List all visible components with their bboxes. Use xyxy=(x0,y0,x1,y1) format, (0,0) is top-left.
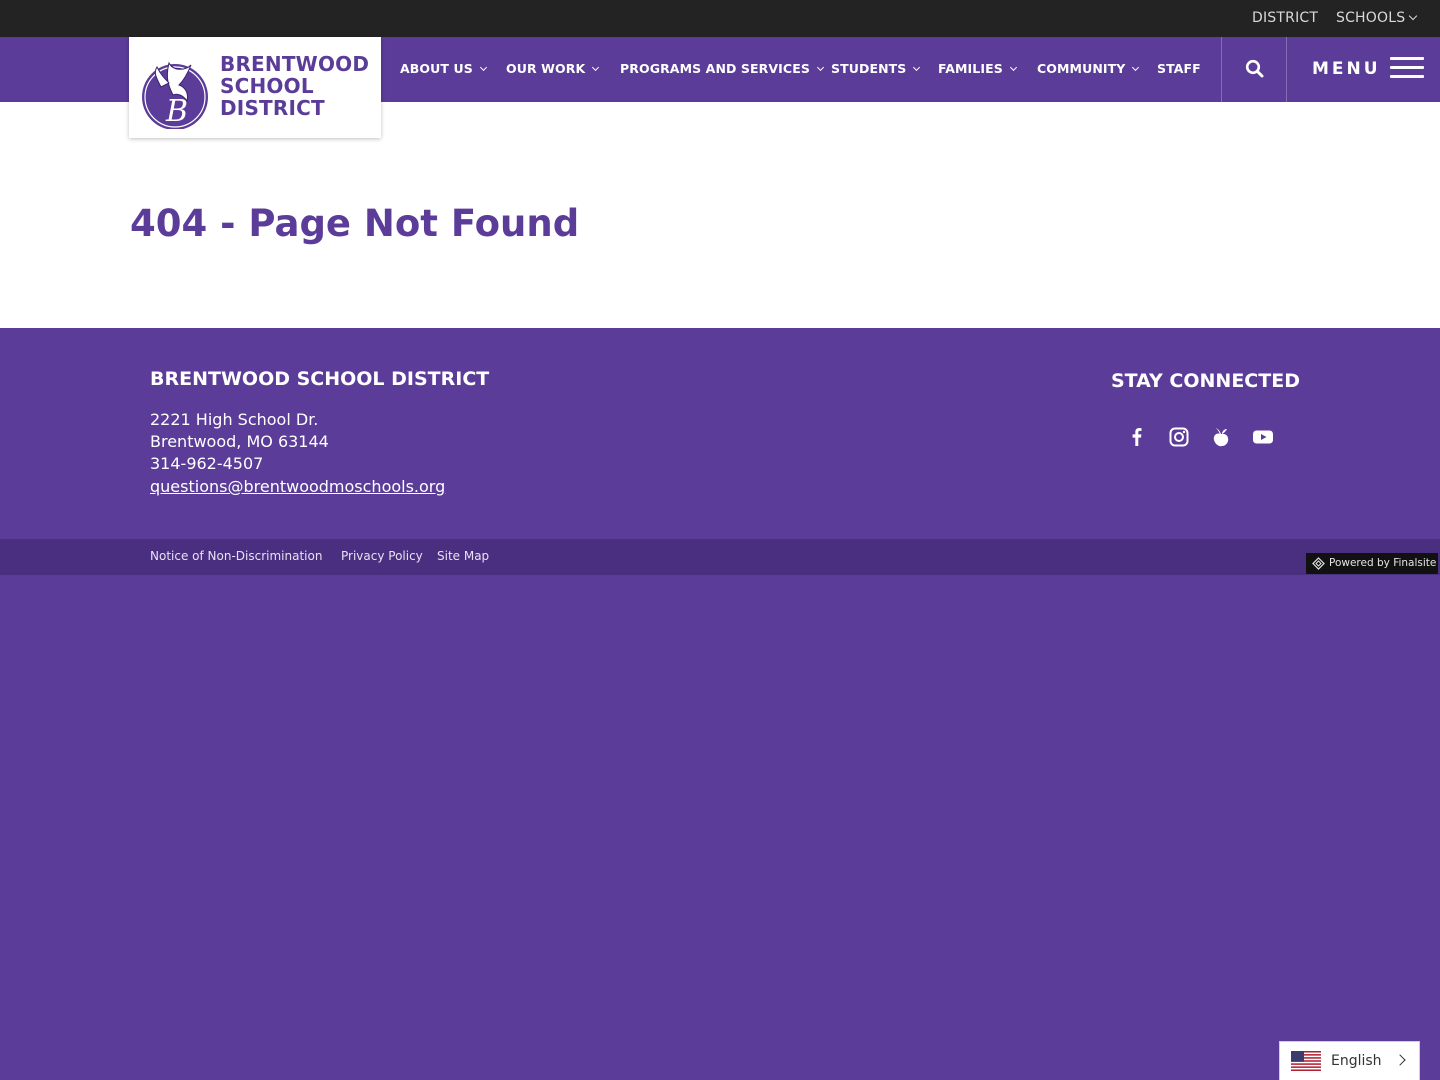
privacy-policy-link[interactable]: Privacy Policy xyxy=(341,549,423,564)
logo-line-2: SCHOOL xyxy=(220,74,314,98)
utility-bar: DISTRICT SCHOOLS xyxy=(0,0,1440,37)
schools-dropdown[interactable]: SCHOOLS xyxy=(1336,9,1418,27)
footer-bottom-bar: Notice of Non-Discrimination Privacy Pol… xyxy=(0,539,1440,575)
chevron-down-icon xyxy=(592,63,600,72)
hamburger-icon xyxy=(1390,57,1424,79)
logo-line-1: BRENTWOOD xyxy=(220,52,370,76)
email-link[interactable]: questions@brentwoodmoschools.org xyxy=(150,477,445,497)
district-link[interactable]: DISTRICT xyxy=(1252,9,1318,27)
chevron-right-icon xyxy=(1394,1054,1406,1066)
language-selector[interactable]: English xyxy=(1279,1041,1420,1080)
language-label: English xyxy=(1331,1053,1382,1069)
nav-community[interactable]: COMMUNITY xyxy=(1037,61,1140,77)
menu-button[interactable]: MENU xyxy=(1287,37,1440,102)
schools-label: SCHOOLS xyxy=(1336,10,1406,26)
powered-by-text: Powered by Finalsite xyxy=(1329,557,1437,569)
nav-label: OUR WORK xyxy=(506,61,586,76)
chevron-down-icon xyxy=(1409,11,1418,21)
district-logo[interactable]: B BRENTWOOD SCHOOL DISTRICT xyxy=(129,37,381,138)
youtube-icon[interactable] xyxy=(1252,426,1274,448)
logo-line-3: DISTRICT xyxy=(220,96,325,120)
address-city: Brentwood, MO 63144 xyxy=(150,432,329,451)
footer-title: BRENTWOOD SCHOOL DISTRICT xyxy=(150,368,490,390)
chevron-down-icon xyxy=(1132,63,1140,72)
chevron-down-icon xyxy=(816,63,824,72)
nav-programs-and-services[interactable]: PROGRAMS AND SERVICES xyxy=(620,61,824,77)
facebook-icon[interactable] xyxy=(1126,426,1148,448)
powered-by-finalsite[interactable]: Powered by Finalsite xyxy=(1306,553,1438,574)
nav-label: STAFF xyxy=(1157,61,1201,76)
svg-text:B: B xyxy=(165,94,188,129)
nav-families[interactable]: FAMILIES xyxy=(938,61,1017,77)
nav-label: FAMILIES xyxy=(938,61,1003,76)
address-street: 2221 High School Dr. xyxy=(150,410,319,429)
chevron-down-icon xyxy=(1009,63,1017,72)
chevron-down-icon xyxy=(479,63,487,72)
chevron-down-icon xyxy=(913,63,921,72)
nav-students[interactable]: STUDENTS xyxy=(831,61,921,77)
menu-label: MENU xyxy=(1312,59,1381,79)
peachjar-icon[interactable] xyxy=(1210,426,1232,448)
nav-label: COMMUNITY xyxy=(1037,61,1126,76)
non-discrimination-link[interactable]: Notice of Non-Discrimination xyxy=(150,549,322,564)
nav-our-work[interactable]: OUR WORK xyxy=(506,61,600,77)
nav-label: PROGRAMS AND SERVICES xyxy=(620,61,810,76)
search-button[interactable] xyxy=(1222,37,1286,102)
footer: BRENTWOOD SCHOOL DISTRICT 2221 High Scho… xyxy=(0,328,1440,539)
search-icon xyxy=(1245,59,1264,78)
eagle-seal-icon: B xyxy=(142,61,208,129)
logo-text: BRENTWOOD SCHOOL DISTRICT xyxy=(220,53,369,119)
nav-label: STUDENTS xyxy=(831,61,907,76)
finalsite-logo-icon xyxy=(1312,557,1325,570)
instagram-icon[interactable] xyxy=(1168,426,1190,448)
page-title: 404 - Page Not Found xyxy=(130,202,580,245)
nav-label: ABOUT US xyxy=(400,61,473,76)
nav-staff[interactable]: STAFF xyxy=(1157,61,1201,77)
nav-about-us[interactable]: ABOUT US xyxy=(400,61,487,77)
us-flag-icon xyxy=(1291,1051,1321,1071)
site-map-link[interactable]: Site Map xyxy=(437,549,489,564)
stay-connected-title: STAY CONNECTED xyxy=(1111,370,1300,392)
phone-number[interactable]: 314-962-4507 xyxy=(150,454,263,474)
